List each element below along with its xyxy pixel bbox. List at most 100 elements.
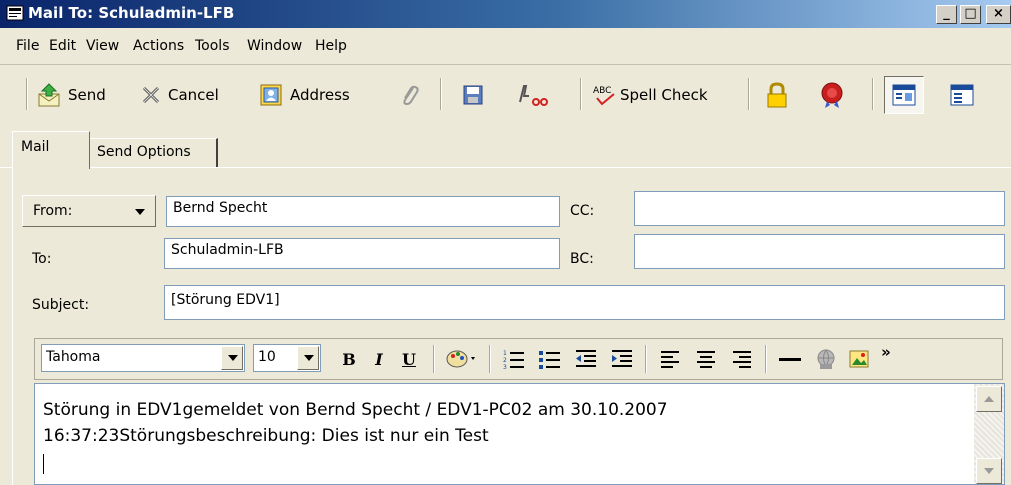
bc-field[interactable] (634, 234, 1005, 269)
numbered-list-icon: 1 2 3 (503, 350, 524, 370)
lock-button[interactable] (764, 80, 790, 110)
view-layout-alt-icon (950, 84, 974, 106)
body-line-1: Störung in EDV1gemeldet von Bernd Specht… (43, 400, 668, 420)
toolbar-separator (645, 345, 647, 373)
send-icon (38, 83, 60, 107)
chevron-up-icon (984, 396, 994, 402)
minimize-button[interactable]: _ (936, 5, 957, 24)
color-button[interactable] (443, 346, 481, 372)
insert-link-button[interactable] (811, 346, 841, 372)
chevron-down-icon[interactable] (221, 346, 243, 370)
link-globe-icon (817, 349, 835, 369)
cancel-icon (142, 86, 160, 104)
attach-button[interactable] (396, 80, 422, 110)
sign-button[interactable] (818, 80, 846, 110)
menu-edit[interactable]: Edit (49, 38, 76, 54)
view-mode-1-button[interactable] (884, 76, 924, 114)
underline-button[interactable]: U (397, 346, 421, 372)
to-label: To: (32, 251, 52, 267)
scroll-up-button[interactable] (976, 386, 1002, 412)
menu-tools[interactable]: Tools (195, 38, 230, 54)
track-button[interactable] (516, 80, 548, 110)
scroll-down-button[interactable] (976, 458, 1002, 484)
spell-check-icon: ABC (593, 86, 615, 106)
spell-check-button[interactable]: ABC Spell Check (592, 80, 708, 110)
window-title: Mail To: Schuladmin-LFB (28, 4, 235, 22)
horizontal-line-button[interactable] (775, 346, 805, 372)
palette-icon (446, 350, 475, 368)
subject-field[interactable]: [Störung EDV1] (164, 285, 1005, 320)
address-button[interactable]: Address (258, 80, 350, 110)
chevron-down-icon[interactable] (297, 346, 319, 370)
main-toolbar: Send Cancel Address ABC Spell Check (0, 66, 1011, 124)
menu-window[interactable]: Window (247, 38, 302, 54)
toolbar-separator (433, 345, 435, 373)
menu-help[interactable]: Help (315, 38, 347, 54)
from-label: From: (33, 203, 73, 219)
mail-app-icon (6, 5, 24, 21)
tab-mail[interactable]: Mail (12, 131, 90, 169)
align-right-button[interactable] (727, 346, 757, 372)
close-button[interactable]: × (986, 5, 1011, 24)
svg-text:ABC: ABC (593, 86, 611, 96)
bc-label: BC: (570, 251, 594, 267)
bullet-list-button[interactable] (535, 346, 565, 372)
paperclip-icon (403, 85, 419, 106)
decrease-indent-button[interactable] (571, 346, 601, 372)
outdent-icon (576, 350, 596, 367)
body-line-2: 16:37:23Störungsbeschreibung: Dies ist n… (43, 426, 489, 446)
chevron-down-icon (984, 468, 994, 474)
tracking-icon (519, 85, 548, 106)
from-dropdown[interactable]: From: (22, 195, 156, 227)
to-field[interactable]: Schuladmin-LFB (164, 238, 560, 269)
subject-label: Subject: (32, 297, 90, 313)
svg-text:2: 2 (503, 357, 507, 364)
address-label: Address (290, 86, 350, 104)
cancel-label: Cancel (168, 86, 219, 104)
font-size-select[interactable]: 10 (253, 344, 321, 372)
restore-button[interactable]: □ (960, 5, 981, 24)
toolbar-separator (872, 78, 874, 110)
increase-indent-button[interactable] (607, 346, 637, 372)
tab-mail-label: Mail (21, 139, 50, 155)
cc-label: CC: (570, 203, 595, 219)
toolbar-separator (440, 78, 442, 110)
align-center-button[interactable] (691, 346, 721, 372)
font-size-value: 10 (258, 349, 276, 365)
tab-send-options[interactable]: Send Options (88, 138, 218, 168)
tab-send-options-label: Send Options (97, 144, 191, 160)
menu-bar: File Edit View Actions Tools Window Help (0, 28, 1011, 65)
cc-field[interactable] (634, 191, 1005, 226)
menu-file[interactable]: File (16, 38, 39, 54)
message-body[interactable]: Störung in EDV1gemeldet von Bernd Specht… (34, 383, 1005, 485)
text-cursor (43, 454, 44, 474)
italic-button[interactable]: I (367, 346, 391, 372)
vertical-scrollbar[interactable] (974, 384, 1004, 484)
align-right-icon (733, 351, 751, 368)
toolbar-separator (580, 78, 582, 110)
tab-strip: Send Options Mail (0, 128, 1011, 169)
menu-view[interactable]: View (86, 38, 119, 54)
from-field[interactable]: Bernd Specht (166, 196, 560, 227)
toolbar-grip (26, 78, 28, 110)
svg-text:1: 1 (503, 350, 507, 357)
align-left-button[interactable] (655, 346, 685, 372)
view-mode-2-button[interactable] (950, 80, 974, 110)
toolbar-separator (765, 345, 767, 373)
align-center-icon (697, 351, 715, 368)
format-toolbar: Tahoma 10 B I U 1 2 3 » (34, 338, 1003, 380)
svg-text:3: 3 (503, 364, 507, 370)
numbered-list-button[interactable]: 1 2 3 (499, 346, 529, 372)
save-button[interactable] (462, 80, 484, 110)
insert-image-button[interactable] (845, 346, 875, 372)
seal-icon (821, 82, 843, 108)
lock-icon (767, 82, 787, 108)
menu-actions[interactable]: Actions (133, 38, 184, 54)
bold-button[interactable]: B (337, 346, 361, 372)
bullet-list-icon (539, 351, 560, 369)
more-tools-button[interactable]: » (877, 339, 895, 365)
cancel-button[interactable]: Cancel (140, 80, 219, 110)
save-icon (463, 85, 483, 105)
send-button[interactable]: Send (36, 80, 106, 110)
font-select[interactable]: Tahoma (41, 344, 245, 372)
